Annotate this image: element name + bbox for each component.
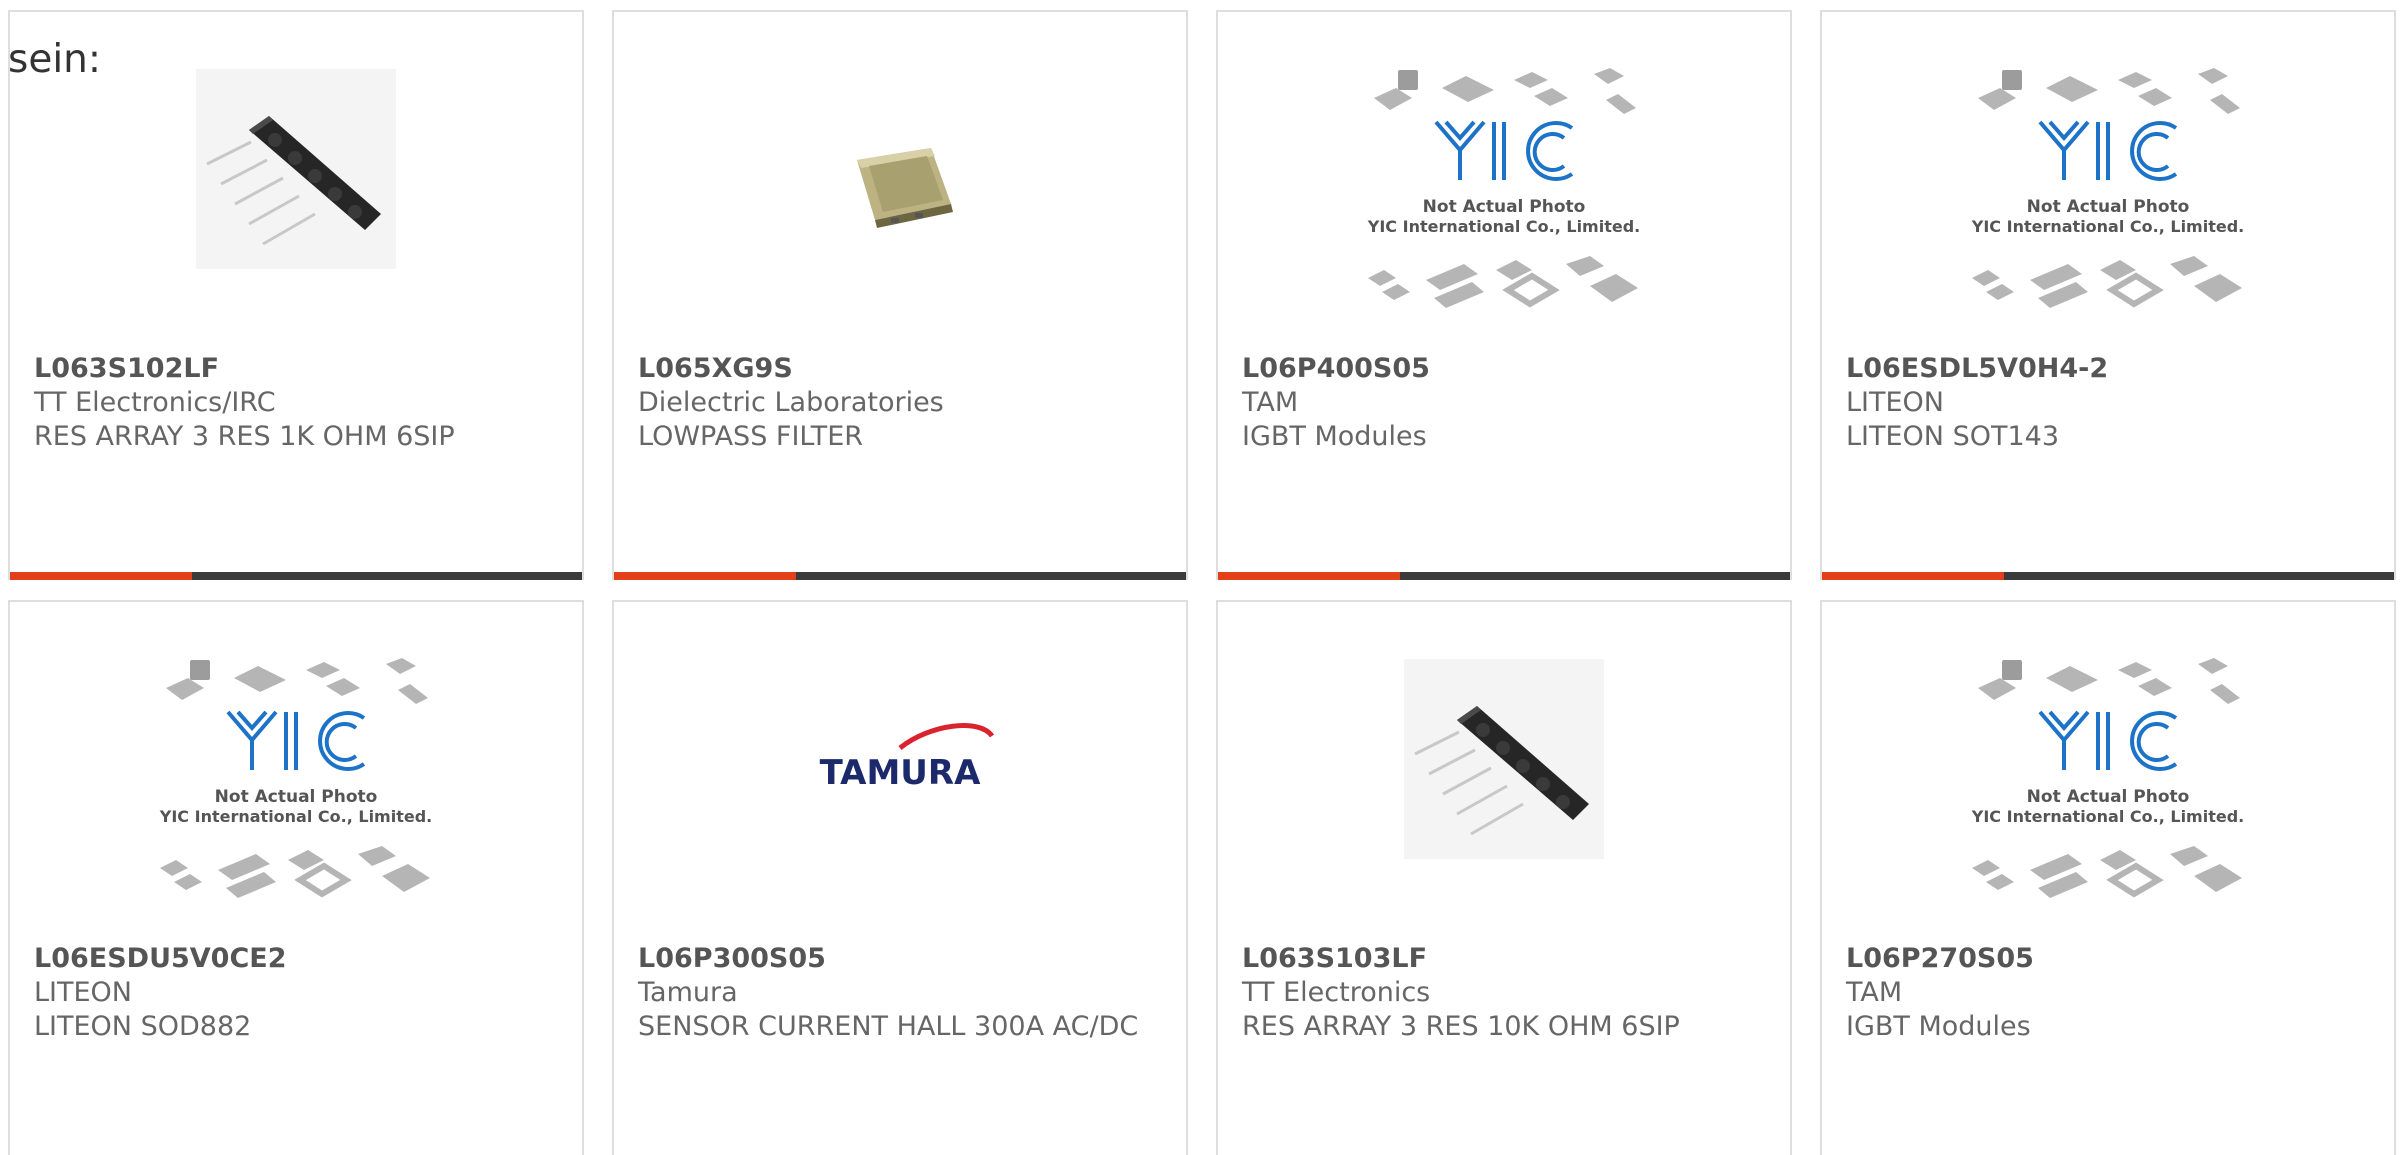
card-accent-bar [10,572,192,580]
not-actual-photo-text: Not Actual Photo [1423,197,1586,217]
product-card[interactable]: Not Actual Photo YIC International Co., … [1820,10,2396,580]
card-accent-bar [1218,572,1400,580]
product-card[interactable]: TAMURA L06P300S05 Tamura SENSOR CURRENT … [612,600,1188,1155]
yic-company-text: YIC International Co., Limited. [159,807,432,826]
card-bottom-bar [1822,572,2394,580]
yic-placeholder-image[interactable]: Not Actual Photo YIC International Co., … [1822,64,2394,354]
yic-company-text: YIC International Co., Limited. [1367,217,1640,236]
resistor-array-image[interactable] [1218,654,1790,944]
product-info: L06P400S05 TAM IGBT Modules [1242,352,1770,454]
part-number[interactable]: L06ESDU5V0CE2 [34,942,562,976]
not-actual-photo-text: Not Actual Photo [2027,787,2190,807]
product-card[interactable]: Not Actual Photo YIC International Co., … [1820,600,2396,1155]
product-info: L065XG9S Dielectric Laboratories LOWPASS… [638,352,1166,454]
description: RES ARRAY 3 RES 1K OHM 6SIP [34,421,455,452]
tamura-logo-image[interactable]: TAMURA [614,654,1186,944]
part-number[interactable]: L063S102LF [34,352,562,386]
product-card[interactable]: Not Actual Photo YIC International Co., … [8,600,584,1155]
part-number[interactable]: L06P270S05 [1846,942,2374,976]
part-number[interactable]: L06ESDL5V0H4-2 [1846,352,2374,386]
product-info: L063S102LF TT Electronics/IRC RES ARRAY … [34,352,562,454]
not-actual-photo-text: Not Actual Photo [2027,197,2190,217]
product-info: L06ESDU5V0CE2 LITEON LITEON SOD882 [34,942,562,1044]
yic-placeholder-image[interactable]: Not Actual Photo YIC International Co., … [1218,64,1790,354]
yic-placeholder-image[interactable]: Not Actual Photo YIC International Co., … [10,654,582,944]
part-number[interactable]: L06P400S05 [1242,352,1770,386]
manufacturer: TAM [1846,977,1903,1008]
product-card[interactable]: L065XG9S Dielectric Laboratories LOWPASS… [612,10,1188,580]
manufacturer: TT Electronics/IRC [34,387,276,418]
product-info: L06P270S05 TAM IGBT Modules [1846,942,2374,1044]
card-accent-bar [614,572,796,580]
yic-placeholder-image[interactable]: Not Actual Photo YIC International Co., … [1822,654,2394,944]
product-info: L06P300S05 Tamura SENSOR CURRENT HALL 30… [638,942,1166,1044]
yic-company-text: YIC International Co., Limited. [1971,807,2244,826]
description: IGBT Modules [1242,421,1427,452]
not-actual-photo-text: Not Actual Photo [215,787,378,807]
manufacturer: Dielectric Laboratories [638,387,944,418]
manufacturer: TAM [1242,387,1299,418]
description: LITEON SOT143 [1846,421,2060,452]
description: LITEON SOD882 [34,1011,252,1042]
manufacturer: LITEON [1846,387,1945,418]
gold-package-image[interactable] [614,64,1186,354]
manufacturer: Tamura [638,977,738,1008]
resistor-array-image[interactable] [10,64,582,354]
card-bottom-bar [10,572,582,580]
product-card[interactable]: Not Actual Photo YIC International Co., … [1216,10,1792,580]
card-bottom-bar [614,572,1186,580]
product-grid-page: sein: L063S102LF TT Electronics/IRC RES … [0,0,2400,1155]
yic-company-text: YIC International Co., Limited. [1971,217,2244,236]
part-number[interactable]: L065XG9S [638,352,1166,386]
product-info: L06ESDL5V0H4-2 LITEON LITEON SOT143 [1846,352,2374,454]
product-card[interactable]: L063S103LF TT Electronics RES ARRAY 3 RE… [1216,600,1792,1155]
manufacturer: LITEON [34,977,133,1008]
description: LOWPASS FILTER [638,421,864,452]
product-card[interactable]: L063S102LF TT Electronics/IRC RES ARRAY … [8,10,584,580]
card-bottom-bar [1218,572,1790,580]
product-info: L063S103LF TT Electronics RES ARRAY 3 RE… [1242,942,1770,1044]
card-accent-bar [1822,572,2004,580]
manufacturer: TT Electronics [1242,977,1431,1008]
intro-text: sein: [8,37,102,82]
part-number[interactable]: L063S103LF [1242,942,1770,976]
description: SENSOR CURRENT HALL 300A AC/DC [638,1011,1139,1042]
description: RES ARRAY 3 RES 10K OHM 6SIP [1242,1011,1680,1042]
tamura-logo-text: TAMURA [820,753,981,793]
part-number[interactable]: L06P300S05 [638,942,1166,976]
description: IGBT Modules [1846,1011,2031,1042]
